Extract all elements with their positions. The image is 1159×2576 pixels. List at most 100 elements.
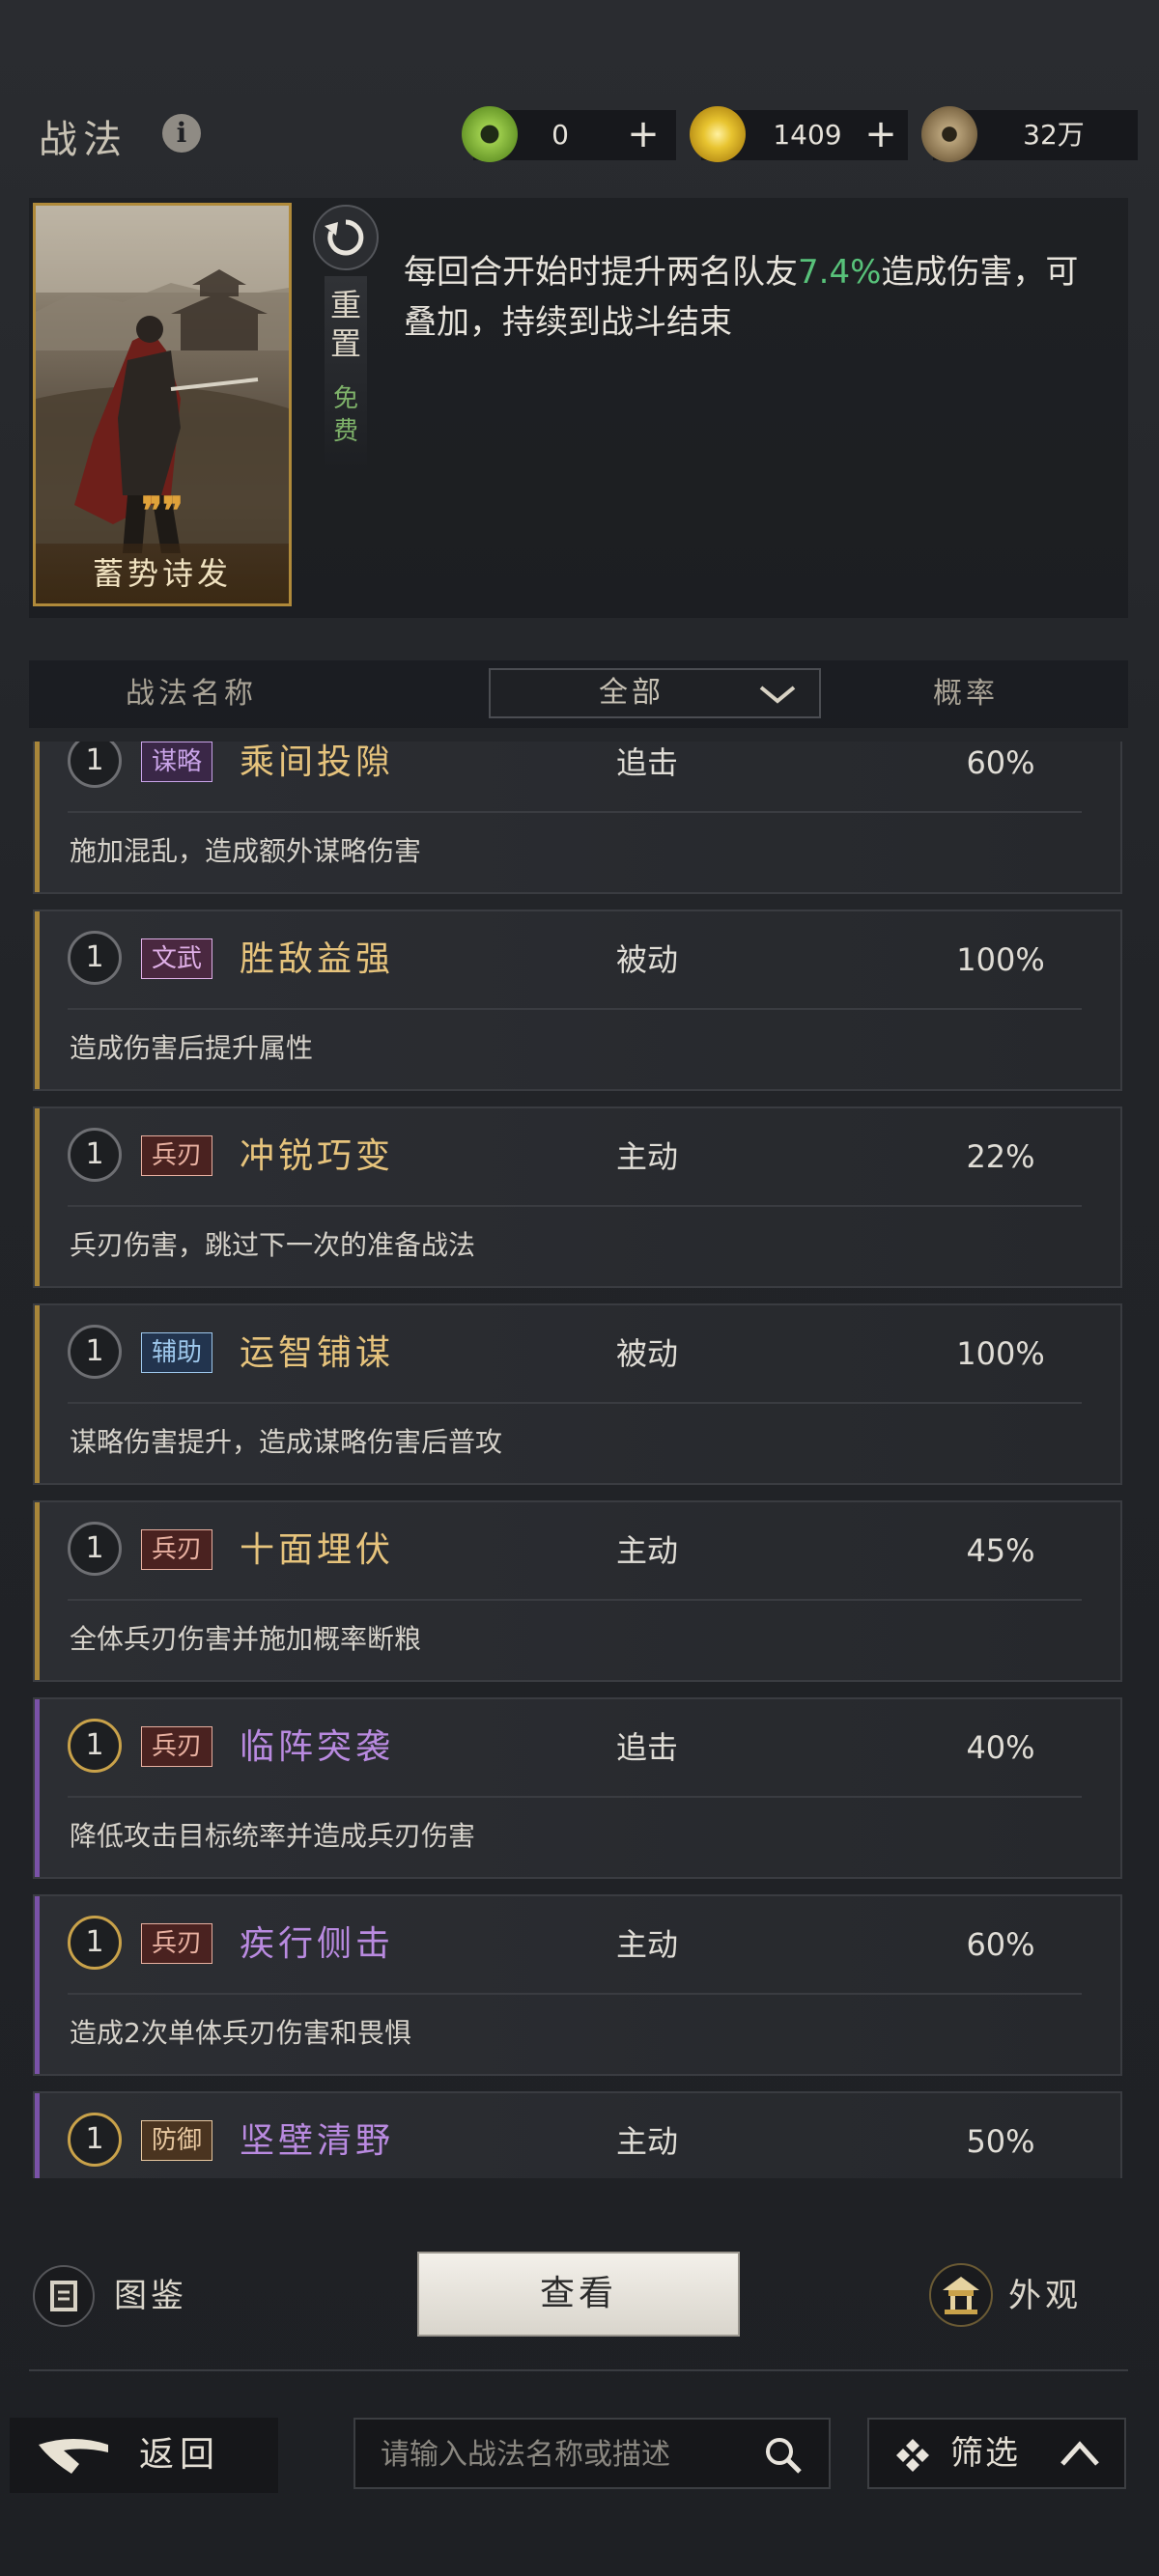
level-badge: 1 [68,1522,122,1576]
rarity-accent [35,1896,40,2074]
skill-card: ❞❞ 蓄势诗发 [33,203,292,606]
list-item[interactable]: 1 兵刃 临阵突袭 追击 40% 降低攻击目标统率并造成兵刃伤害 [33,1697,1122,1879]
skill-type: 追击 [616,744,679,781]
appearance-button[interactable]: 外观 [1008,2269,1082,2323]
skill-desc: 全体兵刃伤害并施加概率断粮 [70,1623,422,1655]
book-icon [50,2281,77,2311]
back-arrow-icon [39,2439,108,2474]
list-item[interactable]: 1 兵刃 疾行侧击 主动 60% 造成2次单体兵刃伤害和畏惧 [33,1894,1122,2076]
skill-rate: 45% [966,1532,1035,1569]
rarity-accent [35,2093,40,2178]
add-gold-button[interactable]: + [862,110,900,160]
column-header-name: 战法名称 [126,677,257,711]
search-icon[interactable] [761,2433,806,2478]
add-jade-button[interactable]: + [624,110,663,160]
search-input[interactable] [379,2420,749,2489]
skill-rate: 60% [966,744,1035,781]
list-item[interactable]: 1 文武 胜敌益强 被动 100% 造成伤害后提升属性 [33,910,1122,1091]
skill-type: 被动 [616,941,679,978]
category-tag: 兵刃 [141,1529,213,1570]
copper-coin-icon [921,106,977,162]
list-item[interactable]: 1 兵刃 十面埋伏 主动 45% 全体兵刃伤害并施加概率断粮 [33,1500,1122,1682]
gold-coin-value: 1409 [773,119,842,151]
skill-description-value: 7.4% [798,253,882,292]
currency-gold: 1409 + [690,106,908,162]
category-tag: 防御 [141,2120,213,2161]
info-icon[interactable]: i [162,114,201,153]
skill-description-text: 每回合开始时提升两名队友 [404,253,798,292]
skill-name: 胜敌益强 [240,939,395,979]
category-tag: 辅助 [141,1332,213,1373]
column-header-rate: 概率 [933,677,999,711]
skill-type: 主动 [616,2123,679,2160]
skill-name: 临阵突袭 [240,1727,395,1767]
skill-rate: 100% [956,1335,1045,1372]
skill-description: 每回合开始时提升两名队友7.4%造成伤害，可叠加，持续到战斗结束 [404,247,1080,348]
skill-rate: 40% [966,1729,1035,1766]
row-divider [68,811,1082,813]
skill-desc: 造成伤害后提升属性 [70,1032,314,1064]
filter-icon [896,2439,929,2472]
level-badge: 1 [68,742,122,788]
skill-name: 十面埋伏 [240,1530,395,1570]
skill-list[interactable]: 1 谋略 乘间投隙 追击 60% 施加混乱，造成额外谋略伤害 1 文武 胜敌益强… [29,742,1128,2178]
skill-name: 运智铺谋 [240,1333,395,1373]
appearance-icon[interactable] [929,2263,993,2327]
skill-desc: 兵刃伤害，跳过下一次的准备战法 [70,1229,476,1261]
rarity-accent [35,911,40,1089]
rarity-accent [35,742,40,892]
codex-icon[interactable] [33,2265,95,2327]
list-item[interactable]: 1 兵刃 冲锐巧变 主动 22% 兵刃伤害，跳过下一次的准备战法 [33,1106,1122,1288]
list-item[interactable]: 1 辅助 运智铺谋 被动 100% 谋略伤害提升，造成谋略伤害后普攻 [33,1303,1122,1485]
chevron-down-icon [759,686,796,704]
skill-name: 疾行侧击 [240,1924,395,1964]
row-divider [68,1796,1082,1798]
skill-type: 被动 [616,1335,679,1372]
skill-name: 乘间投隙 [240,742,395,782]
back-label[interactable]: 返回 [139,2418,220,2493]
level-badge: 1 [68,1719,122,1773]
rarity-accent [35,1305,40,1483]
skill-desc: 施加混乱，造成额外谋略伤害 [70,835,422,867]
category-tag: 兵刃 [141,1726,213,1767]
currency-jade: 0 + [462,106,676,162]
list-item[interactable]: 1 防御 坚壁清野 主动 50% [33,2091,1122,2178]
bottom-divider [29,2369,1128,2371]
svg-text:❞❞: ❞❞ [141,489,183,534]
skill-type: 追击 [616,1729,679,1766]
skill-rate: 100% [956,941,1045,978]
reset-button[interactable] [313,205,379,270]
jade-coin-icon [462,106,518,162]
level-badge: 1 [68,1916,122,1970]
reset-icon [325,219,364,256]
row-divider [68,1599,1082,1601]
level-badge: 1 [68,1325,122,1379]
search-box[interactable] [353,2418,831,2489]
skill-rate: 22% [966,1138,1035,1175]
reset-label[interactable]: 重置 [325,286,367,363]
skill-desc: 谋略伤害提升，造成谋略伤害后普攻 [70,1426,503,1458]
row-divider [68,1008,1082,1010]
filter-label[interactable]: 筛选 [950,2418,1020,2489]
pavilion-icon [943,2277,979,2314]
codex-button[interactable]: 图鉴 [114,2269,187,2323]
skill-name: 坚壁清野 [240,2121,395,2161]
rarity-accent [35,1108,40,1286]
view-button[interactable]: 查看 [417,2252,740,2337]
category-tag: 谋略 [141,742,213,782]
row-divider [68,1402,1082,1404]
skill-type: 主动 [616,1926,679,1963]
jade-coin-value: 0 [551,119,569,151]
skill-rate: 50% [966,2123,1035,2160]
chevron-up-icon[interactable] [1059,2437,1101,2470]
level-badge: 1 [68,2113,122,2167]
level-badge: 1 [68,1128,122,1182]
row-divider [68,1993,1082,1995]
type-filter-value: 全部 [599,676,664,710]
list-item[interactable]: 1 谋略 乘间投隙 追击 60% 施加混乱，造成额外谋略伤害 [33,742,1122,894]
skill-card-name: 蓄势诗发 [36,544,289,603]
category-tag: 文武 [141,938,213,979]
skill-desc: 造成2次单体兵刃伤害和畏惧 [70,2017,411,2049]
skill-name: 冲锐巧变 [240,1136,395,1176]
free-label: 免费 [332,384,358,446]
